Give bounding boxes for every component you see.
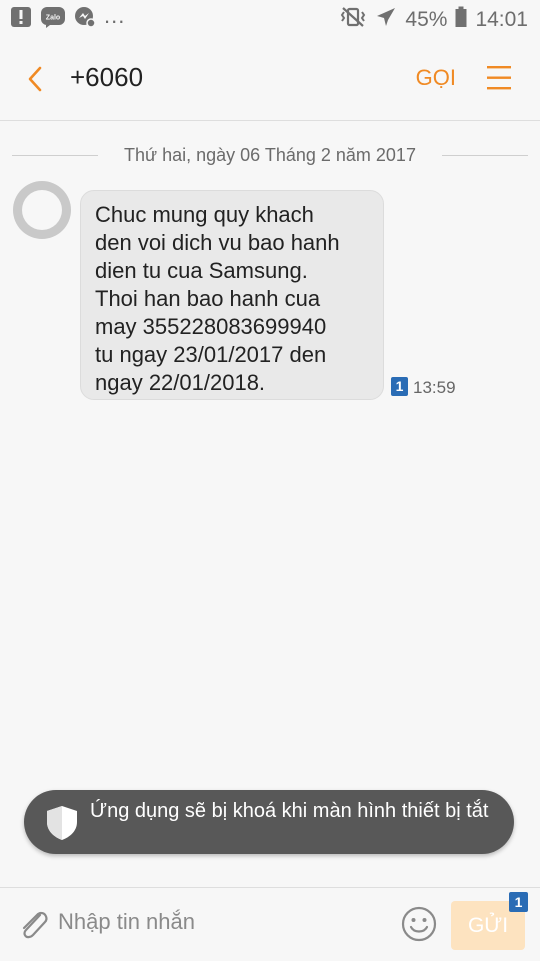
status-bar: Zalo ... 45% 14:01 [0,0,540,38]
sim-badge: 1 [391,377,408,396]
menu-button[interactable] [486,64,512,92]
menu-icon [487,66,511,90]
zalo-icon: Zalo [40,6,66,34]
toast-notification: Ứng dụng sẽ bị khoá khi màn hình thiết b… [24,790,514,854]
airplane-mode-icon [375,6,397,34]
more-notifications-indicator: ... [104,3,126,28]
back-button[interactable] [22,64,52,94]
message-time: 13:59 [413,378,456,397]
messenger-icon [74,6,96,34]
date-divider: Thứ hai, ngày 06 Tháng 2 năm 2017 [12,142,528,170]
paperclip-icon [22,911,48,939]
svg-text:Zalo: Zalo [46,15,60,22]
vibrate-icon [339,6,367,34]
composer-bar: GỬI 1 [0,887,540,961]
conversation-header: +6060 GỌI [0,38,540,121]
send-sim-badge: 1 [509,892,528,912]
date-label: Thứ hai, ngày 06 Tháng 2 năm 2017 [114,145,426,165]
alert-icon [10,6,32,34]
message-text: Chuc mung quy khach den voi dich vu bao … [95,202,340,395]
contact-number[interactable]: +6060 [70,62,143,93]
battery-percent: 45% [405,8,448,31]
message-bubble[interactable]: Chuc mung quy khach den voi dich vu bao … [80,190,384,400]
avatar-placeholder-icon [13,181,71,239]
toast-text: Ứng dụng sẽ bị khoá khi màn hình thiết b… [90,800,489,822]
contact-avatar[interactable] [12,180,72,240]
status-time: 14:01 [475,8,528,31]
battery-icon [455,6,467,34]
chevron-left-icon [28,66,42,92]
shield-icon [47,806,77,840]
emoji-button[interactable] [400,905,438,943]
call-button[interactable]: GỌI [416,65,456,91]
smiley-icon [401,906,437,942]
attach-button[interactable] [16,906,50,944]
message-input[interactable] [58,904,378,940]
